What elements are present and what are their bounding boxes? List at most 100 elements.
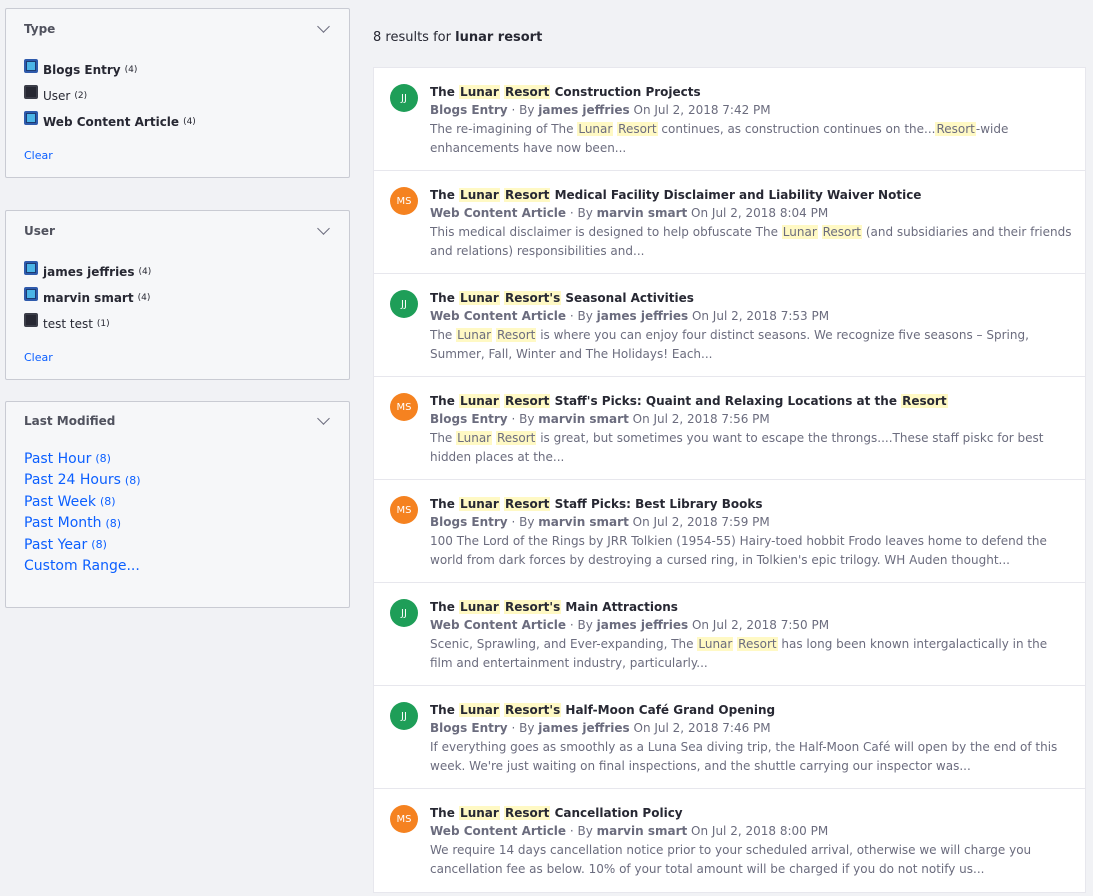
result-meta: Web Content Article · By marvin smart On… <box>430 204 1073 223</box>
result-date: On Jul 2, 2018 7:46 PM <box>629 721 771 735</box>
highlighted-term: Resort <box>503 497 551 511</box>
modified-range-link[interactable]: Past Month (8) <box>24 513 331 535</box>
desc-text: If everything goes as smoothly as a Luna… <box>430 740 1058 773</box>
search-result-item: MS The Lunar Resort Cancellation Policy We… <box>374 789 1085 892</box>
chevron-down-icon[interactable] <box>317 224 331 238</box>
modified-range-count: (8) <box>124 473 141 487</box>
user-facet-option[interactable]: test test (1) <box>24 311 331 337</box>
modified-range-label: Past Year <box>24 536 88 553</box>
result-date: On Jul 2, 2018 8:00 PM <box>687 824 829 838</box>
result-type: Web Content Article <box>430 206 567 220</box>
type-checkbox[interactable] <box>24 85 38 99</box>
result-author: james jeffries <box>538 721 630 735</box>
highlighted-term: Resort <box>935 122 976 136</box>
modified-range-link[interactable]: Custom Range... <box>24 556 331 578</box>
user-checkbox[interactable] <box>24 313 38 327</box>
chevron-down-icon[interactable] <box>317 414 331 428</box>
result-by: · By <box>566 206 597 220</box>
type-facet-clear-link[interactable]: Clear <box>6 135 349 176</box>
user-checkbox[interactable] <box>24 287 38 301</box>
result-title-link[interactable]: The Lunar Resort Staff Picks: Best Libra… <box>430 495 1073 513</box>
type-facet-header[interactable]: Type <box>6 9 349 49</box>
modified-range-link[interactable]: Past Hour (8) <box>24 448 331 470</box>
modified-facet-title: Last Modified <box>24 414 116 428</box>
modified-range-link[interactable]: Past Year (8) <box>24 534 331 556</box>
type-checkbox[interactable] <box>24 111 38 125</box>
user-checkbox[interactable] <box>24 261 38 275</box>
type-facet-option[interactable]: Web Content Article (4) <box>24 109 331 135</box>
result-description: This medical disclaimer is designed to h… <box>430 223 1073 261</box>
user-option-label: marvin smart <box>43 291 134 305</box>
desc-text: The <box>430 431 457 445</box>
result-type: Blogs Entry <box>430 412 508 426</box>
modified-range-link[interactable]: Past 24 Hours (8) <box>24 470 331 492</box>
user-avatar: JJ <box>390 702 418 730</box>
user-facet-header[interactable]: User <box>6 211 349 251</box>
chevron-down-icon[interactable] <box>317 22 331 36</box>
desc-text: The <box>430 328 457 342</box>
result-title-link[interactable]: The Lunar Resort Staff's Picks: Quaint a… <box>430 392 1073 410</box>
highlighted-term: Lunar <box>456 431 493 445</box>
result-title-link[interactable]: The Lunar Resort Cancellation Policy <box>430 804 1073 822</box>
type-checkbox[interactable] <box>24 59 38 73</box>
highlighted-term: Resort's <box>503 600 562 614</box>
highlighted-term: Resort <box>821 225 863 239</box>
title-text: Seasonal Activities <box>561 291 694 305</box>
result-title-link[interactable]: The Lunar Resort's Half-Moon Café Grand … <box>430 701 1073 719</box>
highlighted-term: Lunar <box>459 291 500 305</box>
result-by: · By <box>507 103 539 117</box>
modified-range-link[interactable]: Past Week (8) <box>24 491 331 513</box>
result-title-link[interactable]: The Lunar Resort's Seasonal Activities <box>430 289 1073 307</box>
result-date: On Jul 2, 2018 7:42 PM <box>629 103 771 117</box>
result-title-link[interactable]: The Lunar Resort Construction Projects <box>430 83 1073 101</box>
highlighted-term: Resort <box>901 394 948 408</box>
result-body: The Lunar Resort's Seasonal Activities We… <box>430 289 1073 364</box>
result-title-link[interactable]: The Lunar Resort Medical Facility Discla… <box>430 186 1073 204</box>
user-option-label: james jeffries <box>43 265 135 279</box>
modified-facet-header[interactable]: Last Modified <box>6 402 349 440</box>
title-text: Main Attractions <box>561 600 678 614</box>
modified-range-label: Past 24 Hours <box>24 472 121 489</box>
modified-facet-list: Past Hour (8) Past 24 Hours (8) Past Week (8)… <box>6 440 349 577</box>
type-facet-option[interactable]: Blogs Entry (4) <box>24 57 331 83</box>
type-facet-title: Type <box>24 22 56 36</box>
highlighted-term: Resort's <box>503 291 562 305</box>
modified-range-label: Custom Range... <box>24 558 140 575</box>
user-facet-clear-link[interactable]: Clear <box>6 337 349 378</box>
search-result-item: MS The Lunar Resort Medical Facility Disc… <box>374 171 1085 274</box>
user-avatar: JJ <box>390 599 418 627</box>
user-facet-list: james jeffries (4) marvin smart (4) test tes… <box>6 251 349 337</box>
search-result-item: JJ The Lunar Resort's Seasonal Activities… <box>374 274 1085 377</box>
desc-text: continues, as construction continues on … <box>657 122 936 136</box>
highlighted-term: Lunar <box>459 497 500 511</box>
user-avatar: MS <box>390 187 418 215</box>
highlighted-term: Lunar <box>459 394 500 408</box>
user-facet-option[interactable]: marvin smart (4) <box>24 285 331 311</box>
result-type: Blogs Entry <box>430 721 508 735</box>
search-result-item: JJ The Lunar Resort's Half-Moon Café Gran… <box>374 686 1085 789</box>
result-type: Web Content Article <box>430 618 567 632</box>
type-facet-panel: Type Blogs Entry (4) User (2) Web Content Ar… <box>5 8 350 178</box>
user-avatar: JJ <box>390 84 418 112</box>
user-facet-option[interactable]: james jeffries (4) <box>24 259 331 285</box>
result-meta: Web Content Article · By marvin smart On… <box>430 822 1073 841</box>
title-text: The <box>430 85 460 99</box>
title-text: Construction Projects <box>550 85 701 99</box>
highlighted-term: Lunar <box>456 328 493 342</box>
result-author: james jeffries <box>596 618 689 632</box>
results-count-text: 8 results for <box>373 30 451 45</box>
result-meta: Web Content Article · By james jeffries … <box>430 307 1073 326</box>
highlighted-term: Resort <box>503 85 551 99</box>
result-description: Scenic, Sprawling, and Ever-expanding, T… <box>430 635 1073 673</box>
highlighted-term: Lunar <box>459 600 500 614</box>
type-facet-option[interactable]: User (2) <box>24 83 331 109</box>
result-title-link[interactable]: The Lunar Resort's Main Attractions <box>430 598 1073 616</box>
result-by: · By <box>566 618 597 632</box>
result-meta: Blogs Entry · By james jeffries On Jul 2… <box>430 101 1073 120</box>
modified-range-count: (8) <box>95 452 111 466</box>
type-option-count: (2) <box>74 91 88 101</box>
title-text: The <box>430 703 460 717</box>
highlighted-term: Resort <box>617 122 658 136</box>
modified-range-count: (8) <box>99 495 116 509</box>
result-description: The re-imagining of The Lunar Resort con… <box>430 120 1073 158</box>
